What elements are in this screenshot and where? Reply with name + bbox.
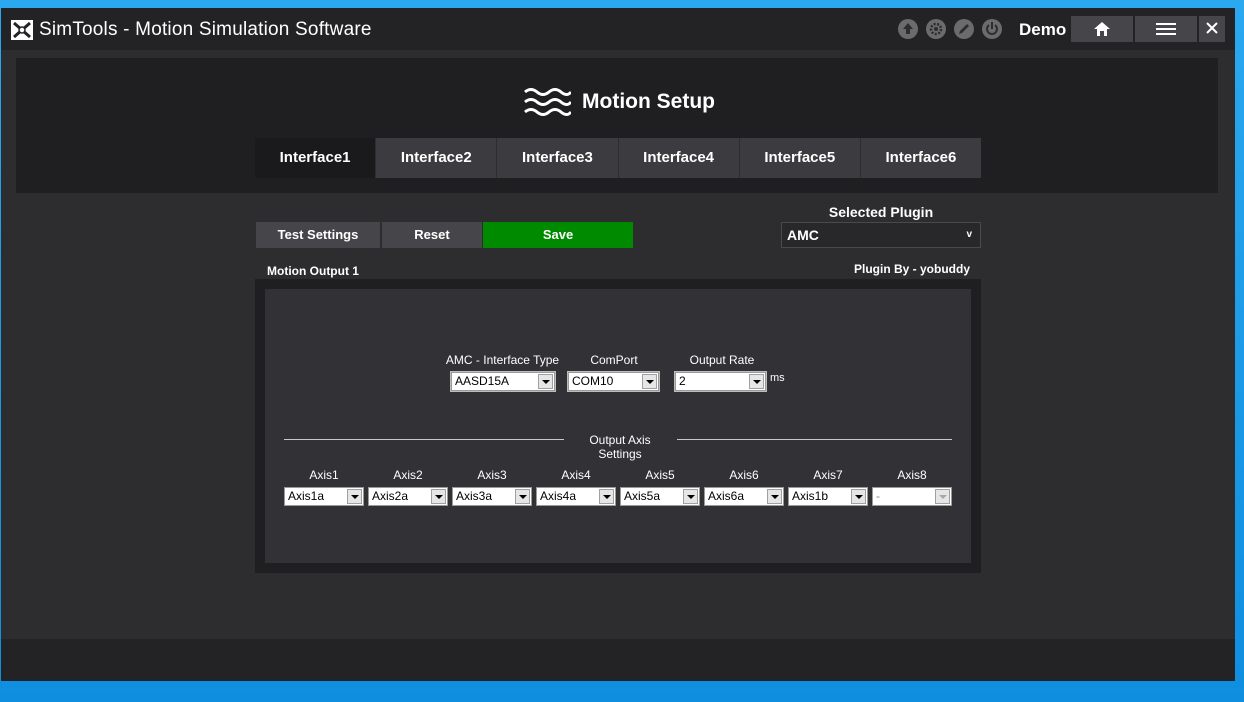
dropdown-arrow-icon <box>767 489 782 504</box>
close-button[interactable] <box>1199 16 1225 42</box>
axis6-label: Axis6 <box>729 468 759 482</box>
demo-label: Demo <box>1019 20 1067 39</box>
gear-icon[interactable] <box>926 19 946 39</box>
axis1-label: Axis1 <box>309 468 339 482</box>
axis5-select[interactable]: Axis5a <box>620 487 700 506</box>
dropdown-arrow-icon <box>749 374 764 389</box>
axis-section-divider-right <box>677 439 952 440</box>
selected-plugin-label: Selected Plugin <box>828 204 934 220</box>
dropdown-arrow-icon <box>538 374 553 389</box>
waves-icon <box>524 88 571 116</box>
menu-button[interactable] <box>1135 16 1197 42</box>
dropdown-arrow-icon <box>431 489 446 504</box>
axis2-value: Axis2a <box>372 489 409 503</box>
tab-interface6[interactable]: Interface6 <box>860 138 982 178</box>
axis5-label: Axis5 <box>645 468 675 482</box>
axis6-select[interactable]: Axis6a <box>704 487 784 506</box>
axis6-value: Axis6a <box>708 489 745 503</box>
axis5-value: Axis5a <box>624 489 661 503</box>
dropdown-arrow-icon <box>935 489 950 504</box>
hamburger-menu-icon <box>1156 23 1176 35</box>
plugin-select[interactable]: AMC v <box>781 222 981 248</box>
save-button[interactable]: Save <box>483 222 633 248</box>
axis4-select[interactable]: Axis4a <box>536 487 616 506</box>
axis3-select[interactable]: Axis3a <box>452 487 532 506</box>
comport-label: ComPort <box>590 353 638 367</box>
axis3-value: Axis3a <box>456 489 493 503</box>
output-rate-value: 2 <box>679 374 686 388</box>
pencil-icon[interactable] <box>954 19 974 39</box>
axis7-select[interactable]: Axis1b <box>788 487 868 506</box>
dropdown-arrow-icon <box>347 489 362 504</box>
close-icon <box>1206 22 1218 34</box>
footer-bar <box>1 639 1235 681</box>
home-icon <box>1094 22 1110 36</box>
plugin-author: Plugin By - yobuddy <box>854 262 970 276</box>
power-icon[interactable] <box>982 19 1002 39</box>
test-settings-button[interactable]: Test Settings <box>256 222 380 248</box>
comport-select[interactable]: COM10 <box>568 372 659 391</box>
axis4-label: Axis4 <box>561 468 591 482</box>
axis1-select[interactable]: Axis1a <box>284 487 364 506</box>
axis4-value: Axis4a <box>540 489 577 503</box>
axis8-value: - <box>876 489 880 503</box>
tab-interface5[interactable]: Interface5 <box>739 138 861 178</box>
axis-section-divider-left <box>284 439 564 440</box>
interface-type-select[interactable]: AASD15A <box>451 372 555 391</box>
home-button[interactable] <box>1071 16 1133 42</box>
tab-interface4[interactable]: Interface4 <box>618 138 740 178</box>
plugin-select-value: AMC <box>787 227 819 243</box>
axis2-label: Axis2 <box>393 468 423 482</box>
dropdown-arrow-icon <box>642 374 657 389</box>
interface-type-label: AMC - Interface Type <box>445 353 560 367</box>
dropdown-arrow-icon <box>851 489 866 504</box>
tab-interface2[interactable]: Interface2 <box>376 138 498 178</box>
output-rate-unit: ms <box>770 372 785 384</box>
dropdown-arrow-icon <box>683 489 698 504</box>
reset-button[interactable]: Reset <box>382 222 482 248</box>
interface-tabs: Interface1 Interface2 Interface3 Interfa… <box>255 138 982 178</box>
interface-type-value: AASD15A <box>455 374 510 388</box>
title-bar[interactable]: SimTools - Motion Simulation Software De… <box>1 8 1235 50</box>
axis1-value: Axis1a <box>288 489 325 503</box>
output-rate-select[interactable]: 2 <box>675 372 766 391</box>
simtools-logo-icon <box>11 20 33 40</box>
dropdown-arrow-icon <box>599 489 614 504</box>
axis2-select[interactable]: Axis2a <box>368 487 448 506</box>
tab-interface3[interactable]: Interface3 <box>497 138 619 178</box>
tab-interface1[interactable]: Interface1 <box>255 138 377 178</box>
axis7-value: Axis1b <box>792 489 829 503</box>
arrow-up-icon[interactable] <box>898 19 918 39</box>
motion-output-panel <box>265 289 971 563</box>
axis-section-title: Output Axis Settings <box>589 433 651 461</box>
axis8-label: Axis8 <box>897 468 927 482</box>
dropdown-arrow-icon <box>515 489 530 504</box>
app-title: SimTools - Motion Simulation Software <box>39 19 372 40</box>
page-title: Motion Setup <box>582 90 715 113</box>
output-rate-label: Output Rate <box>689 353 755 367</box>
comport-value: COM10 <box>572 374 614 388</box>
axis7-label: Axis7 <box>813 468 843 482</box>
chevron-down-icon: v <box>966 229 972 240</box>
axis8-select[interactable]: - <box>872 487 952 506</box>
motion-output-label: Motion Output 1 <box>267 264 359 278</box>
axis3-label: Axis3 <box>477 468 507 482</box>
